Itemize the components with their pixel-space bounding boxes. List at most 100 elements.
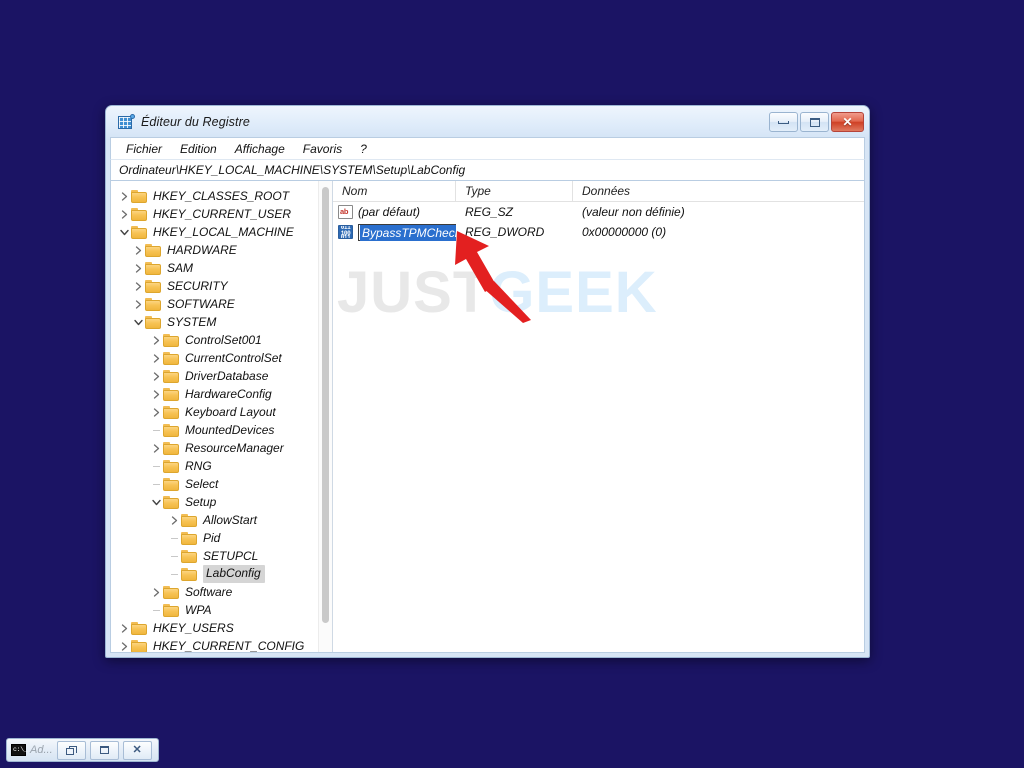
chevron-right-icon[interactable]: [117, 641, 131, 651]
window-title: Éditeur du Registre: [141, 115, 250, 129]
chevron-down-icon[interactable]: [117, 228, 131, 237]
tree-item-currentcontrolset[interactable]: CurrentControlSet: [111, 349, 332, 367]
tree-item-security[interactable]: SECURITY: [111, 277, 332, 295]
chevron-right-icon[interactable]: [117, 191, 131, 201]
tree-scrollbar[interactable]: [318, 181, 332, 652]
rename-value-text: BypassTPMCheck: [360, 224, 456, 241]
tree-item-driverdatabase[interactable]: DriverDatabase: [111, 367, 332, 385]
tree-item-select[interactable]: Select: [111, 475, 332, 493]
chevron-right-icon[interactable]: [131, 263, 145, 273]
tree-item-keyboard-layout[interactable]: Keyboard Layout: [111, 403, 332, 421]
close-window-button[interactable]: ✕: [122, 740, 152, 760]
folder-icon: [145, 243, 162, 257]
tree-item-mounteddevices[interactable]: MountedDevices: [111, 421, 332, 439]
folder-icon: [131, 225, 148, 239]
chevron-right-icon[interactable]: [149, 443, 163, 453]
chevron-right-icon[interactable]: [131, 281, 145, 291]
folder-icon: [145, 261, 162, 275]
tree-item-hkey-local-machine[interactable]: HKEY_LOCAL_MACHINE: [111, 223, 332, 241]
tree-item-label: ResourceManager: [185, 440, 284, 455]
tree-item-label: MountedDevices: [185, 422, 275, 437]
taskbar-app-entry[interactable]: Ad...: [10, 744, 53, 756]
column-header-donnees[interactable]: Données: [573, 181, 864, 201]
chevron-down-icon[interactable]: [131, 318, 145, 327]
chevron-right-icon[interactable]: [117, 623, 131, 633]
value-row[interactable]: 011 100 011 BypassTPMCheck REG_DWORD 0x000000…: [333, 222, 864, 242]
taskbar-window-group: Ad... ✕: [6, 738, 159, 762]
tree-item-software[interactable]: SOFTWARE: [111, 295, 332, 313]
menu-favoris[interactable]: Favoris: [294, 141, 351, 157]
tree-item-hardware[interactable]: HARDWARE: [111, 241, 332, 259]
folder-icon: [181, 567, 198, 581]
registry-tree-pane: HKEY_CLASSES_ROOT HKEY_CURRENT_USER HKEY_L…: [111, 181, 333, 652]
menu-fichier[interactable]: Fichier: [117, 141, 171, 157]
chevron-right-icon[interactable]: [149, 335, 163, 345]
tree-item-setupcl[interactable]: SETUPCL: [111, 547, 332, 565]
tree-item-rng[interactable]: RNG: [111, 457, 332, 475]
tree-item-label: Software: [185, 584, 233, 599]
tree-guide: [167, 573, 181, 575]
tree-item-hkey-users[interactable]: HKEY_USERS: [111, 619, 332, 637]
tree-item-hkey-classes-root[interactable]: HKEY_CLASSES_ROOT: [111, 187, 332, 205]
chevron-right-icon[interactable]: [167, 515, 181, 525]
tree-item-label: RNG: [185, 458, 212, 473]
menu-affichage[interactable]: Affichage: [226, 141, 294, 157]
close-button[interactable]: ✕: [831, 112, 864, 132]
maximize-button[interactable]: [800, 112, 829, 132]
tree-item-system[interactable]: SYSTEM: [111, 313, 332, 331]
restore-window-button[interactable]: [56, 740, 86, 760]
chevron-right-icon[interactable]: [149, 389, 163, 399]
rename-value-input[interactable]: BypassTPMCheck: [358, 223, 456, 241]
tree-item-label: HKEY_CLASSES_ROOT: [153, 188, 290, 203]
minimize-window-button[interactable]: [89, 740, 119, 760]
chevron-right-icon[interactable]: [131, 245, 145, 255]
folder-icon: [145, 297, 162, 311]
tree-item-setup[interactable]: Setup: [111, 493, 332, 511]
registry-tree: HKEY_CLASSES_ROOT HKEY_CURRENT_USER HKEY_L…: [111, 181, 332, 652]
menu-aide[interactable]: ?: [351, 141, 376, 157]
taskbar-app-label: Ad...: [30, 744, 53, 756]
chevron-right-icon[interactable]: [149, 407, 163, 417]
chevron-right-icon[interactable]: [131, 299, 145, 309]
tree-item-label: Keyboard Layout: [185, 404, 276, 419]
tree-item-wpa[interactable]: WPA: [111, 601, 332, 619]
minimize-button[interactable]: [769, 112, 798, 132]
folder-icon: [131, 621, 148, 635]
tree-item-sam[interactable]: SAM: [111, 259, 332, 277]
folder-icon: [163, 603, 180, 617]
tree-item-label: Setup: [185, 494, 217, 509]
menu-edition[interactable]: Edition: [171, 141, 226, 157]
tree-item-label: SECURITY: [167, 278, 228, 293]
tree-item-hkey-current-config[interactable]: HKEY_CURRENT_CONFIG: [111, 637, 332, 652]
chevron-right-icon[interactable]: [149, 353, 163, 363]
chevron-down-icon[interactable]: [149, 498, 163, 507]
chevron-right-icon[interactable]: [117, 209, 131, 219]
value-row[interactable]: ab (par défaut) REG_SZ (valeur non définie): [333, 202, 864, 222]
dword-value-icon: 011 100 011: [338, 225, 353, 239]
folder-icon: [163, 441, 180, 455]
tree-item-label: WPA: [185, 602, 212, 617]
registry-editor-icon: [118, 114, 135, 130]
tree-item-resourcemanager[interactable]: ResourceManager: [111, 439, 332, 457]
tree-item-hardwareconfig[interactable]: HardwareConfig: [111, 385, 332, 403]
values-list: ab (par défaut) REG_SZ (valeur non définie)…: [333, 202, 864, 242]
tree-item-labconfig[interactable]: LabConfig: [111, 565, 332, 583]
tree-item-allowstart[interactable]: AllowStart: [111, 511, 332, 529]
chevron-right-icon[interactable]: [149, 587, 163, 597]
address-bar[interactable]: Ordinateur\HKEY_LOCAL_MACHINE\SYSTEM\Set…: [110, 159, 865, 181]
registry-editor-window: Éditeur du Registre ✕ Fichier Edition Af…: [105, 105, 870, 658]
value-name-cell[interactable]: ab (par défaut): [333, 205, 456, 219]
value-name-cell[interactable]: 011 100 011 BypassTPMCheck: [333, 223, 456, 241]
folder-icon: [181, 549, 198, 563]
column-header-type[interactable]: Type: [456, 181, 573, 201]
folder-icon: [145, 315, 162, 329]
tree-scrollbar-thumb[interactable]: [322, 187, 329, 623]
chevron-right-icon[interactable]: [149, 371, 163, 381]
tree-item-software[interactable]: Software: [111, 583, 332, 601]
column-header-nom[interactable]: Nom: [333, 181, 456, 201]
window-titlebar[interactable]: Éditeur du Registre ✕: [110, 107, 865, 137]
tree-item-controlset001[interactable]: ControlSet001: [111, 331, 332, 349]
tree-item-hkey-current-user[interactable]: HKEY_CURRENT_USER: [111, 205, 332, 223]
tree-item-pid[interactable]: Pid: [111, 529, 332, 547]
value-data-cell: (valeur non définie): [582, 205, 685, 219]
